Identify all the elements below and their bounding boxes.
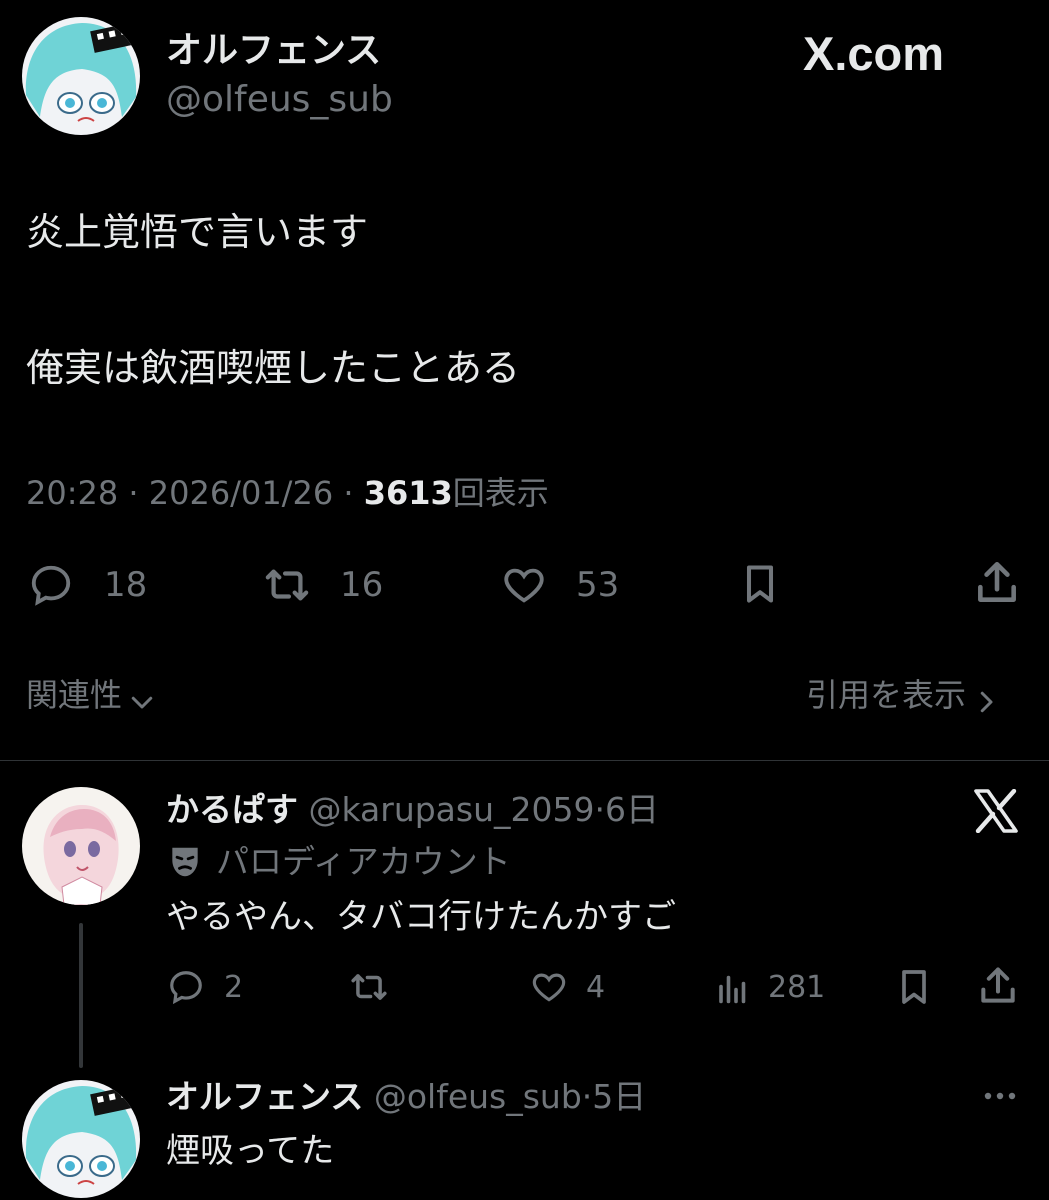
divider <box>0 760 1049 761</box>
author-handle[interactable]: @karupasu_2059 <box>309 790 595 829</box>
views-label: 回表示 <box>452 474 549 512</box>
author-handle[interactable]: @olfeus_sub <box>166 78 393 122</box>
x-logo-icon <box>974 789 1018 833</box>
avatar-image <box>22 787 140 905</box>
author-name[interactable]: オルフェンス <box>166 1077 363 1116</box>
avatar-image <box>22 17 140 135</box>
parody-label: パロディアカウント <box>166 840 511 884</box>
related-label: 関連性 <box>26 676 123 714</box>
reply-icon <box>31 565 71 606</box>
share-button[interactable] <box>976 964 1020 1010</box>
author-name[interactable]: かるぱす <box>166 790 298 829</box>
more-dots-icon <box>984 1092 1016 1100</box>
heart-icon <box>504 568 544 603</box>
reply-count: 2 <box>224 970 244 1005</box>
views-button[interactable]: 281 <box>714 966 844 1010</box>
views-count: 281 <box>768 970 826 1005</box>
avatar[interactable] <box>22 17 140 135</box>
avatar-image <box>22 1080 140 1198</box>
author-name[interactable]: オルフェンス <box>166 27 381 75</box>
avatar[interactable] <box>22 1080 140 1198</box>
heart-icon <box>532 973 566 1002</box>
analytics-icon <box>719 975 746 1004</box>
avatar[interactable] <box>22 787 140 905</box>
reply-header: オルフェンス @olfeus_sub·5日 <box>166 1076 646 1118</box>
reply-count: 18 <box>104 565 148 605</box>
share-icon <box>978 561 1016 602</box>
like-count: 4 <box>586 970 606 1005</box>
meta-separator: · <box>581 1077 593 1116</box>
reply-button[interactable]: 2 <box>166 966 266 1010</box>
chevron-down-icon <box>131 696 153 708</box>
tweet-text-line2: 俺実は飲酒喫煙したことある <box>26 346 521 390</box>
tweet-meta: 20:28 · 2026/01/26 · 3613回表示 <box>26 472 549 514</box>
share-button[interactable] <box>972 558 1022 610</box>
retweet-count: 16 <box>340 565 384 605</box>
parody-text: パロディアカウント <box>216 842 511 881</box>
like-button[interactable]: 53 <box>498 560 638 610</box>
tweet-time[interactable]: 20:28 <box>26 474 118 512</box>
reply-button[interactable]: 18 <box>26 560 166 610</box>
bookmark-button[interactable] <box>894 966 936 1010</box>
mask-icon <box>172 847 198 877</box>
tweet-text-line1: 炎上覚悟で言います <box>26 210 369 254</box>
tweet-date[interactable]: 2026/01/26 <box>149 474 333 512</box>
reply-text: やるやん、タバコ行けたんかすご <box>166 897 676 937</box>
reply-time[interactable]: 6日 <box>605 790 659 829</box>
reply-icon <box>170 971 202 1005</box>
meta-separator: · <box>128 474 139 512</box>
like-button[interactable]: 4 <box>528 966 628 1010</box>
author-handle[interactable]: @olfeus_sub <box>374 1077 582 1116</box>
thread-line <box>79 923 83 1068</box>
meta-separator: · <box>343 474 354 512</box>
more-options-button[interactable] <box>980 1086 1022 1110</box>
reply-text: 煙吸ってた <box>166 1131 335 1171</box>
chevron-right-icon <box>980 691 993 712</box>
bookmark-icon <box>746 565 774 603</box>
reply-time[interactable]: 5日 <box>592 1077 646 1116</box>
bookmark-button[interactable] <box>738 560 784 610</box>
view-quotes-label: 引用を表示 <box>806 676 967 714</box>
retweet-icon <box>265 569 309 601</box>
meta-separator: · <box>594 790 606 829</box>
bookmark-icon <box>902 970 926 1004</box>
x-logo-button[interactable] <box>972 789 1022 835</box>
like-count: 53 <box>576 565 620 605</box>
reply-header: かるぱす @karupasu_2059·6日 <box>166 789 659 831</box>
related-sort-dropdown[interactable]: 関連性 <box>26 673 157 717</box>
site-label: X.com <box>803 27 945 80</box>
views-count: 3613 <box>363 474 453 512</box>
retweet-icon <box>351 974 387 1000</box>
view-quotes-link[interactable]: 引用を表示 <box>806 673 1001 717</box>
retweet-button[interactable]: 16 <box>258 560 398 610</box>
retweet-button[interactable] <box>344 966 404 1010</box>
share-icon <box>981 967 1015 1003</box>
